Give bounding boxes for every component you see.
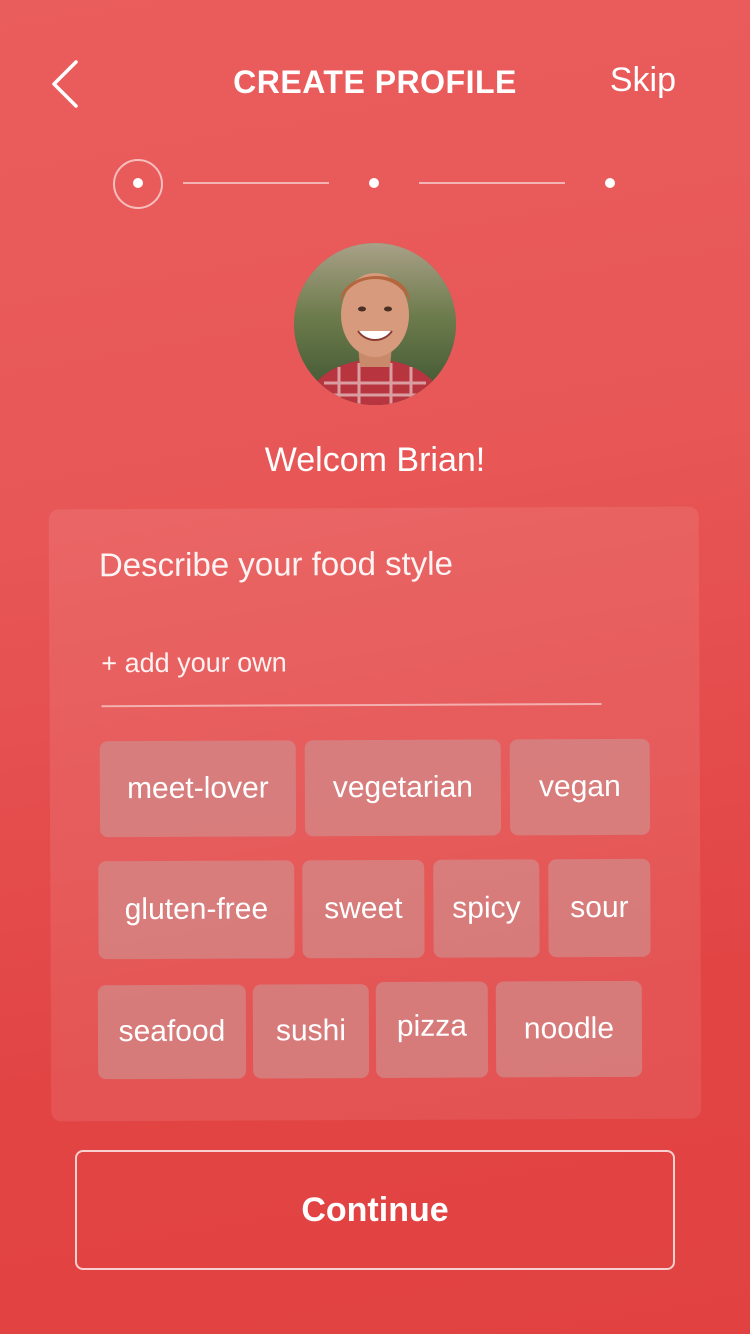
welcome-message: Welcom Brian! [264,441,486,479]
add-tag-input[interactable] [101,641,602,708]
step-1-dot [133,178,143,188]
step-3-dot [605,178,615,188]
tag-chip[interactable]: sushi [252,984,370,1079]
tag-chip[interactable]: vegetarian [304,739,502,837]
continue-button[interactable]: Continue [75,1150,675,1270]
tag-chip[interactable]: sour [548,858,651,958]
tag-chip[interactable]: gluten-free [98,860,295,960]
tag-chip[interactable]: sweet [302,859,425,959]
food-style-heading: Describe your food style [98,544,453,584]
step-connector [419,182,565,184]
food-style-card: Describe your food style meet-lover vege… [48,506,702,1122]
tag-chip[interactable]: pizza [375,981,489,1078]
tag-chip[interactable]: spicy [433,859,540,958]
tag-chip[interactable]: meet-lover [99,740,297,838]
avatar[interactable] [294,243,456,405]
tag-chip[interactable]: seafood [97,984,247,1080]
skip-button[interactable]: Skip [610,58,676,102]
step-2-dot [369,178,379,188]
progress-stepper [0,158,750,210]
step-connector [183,182,329,184]
profile-photo [294,243,456,405]
tag-chip[interactable]: vegan [509,738,651,836]
tag-chip[interactable]: noodle [495,980,643,1078]
